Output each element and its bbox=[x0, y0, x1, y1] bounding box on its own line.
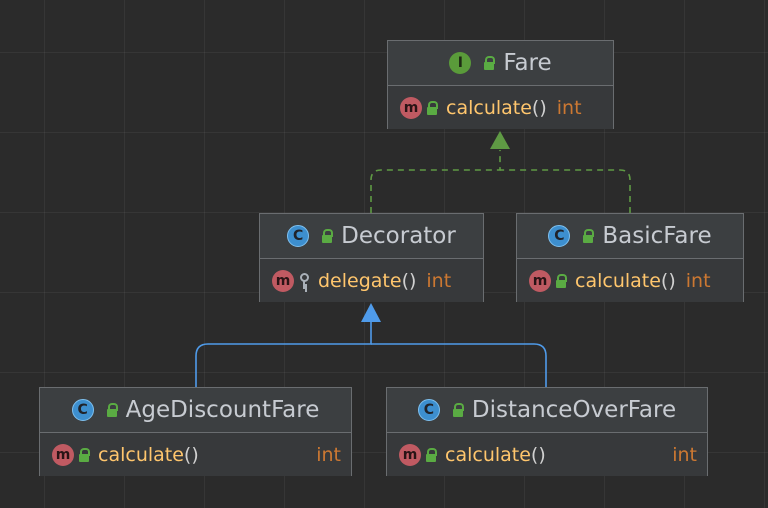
method-parens: () bbox=[401, 269, 417, 292]
method-icon: m bbox=[529, 269, 551, 292]
method-name: calculate bbox=[446, 96, 532, 119]
node-decorator-header: C Decorator bbox=[260, 214, 483, 259]
public-lock-icon bbox=[78, 447, 90, 462]
method-parens: () bbox=[530, 443, 546, 466]
node-decorator[interactable]: C Decorator m delegate() int bbox=[259, 213, 484, 302]
node-fare[interactable]: I Fare m calculate() int bbox=[387, 40, 614, 129]
method-name: delegate bbox=[318, 269, 402, 292]
node-distanceoverfare[interactable]: C DistanceOverFare m calculate() int bbox=[386, 387, 708, 476]
node-basicfare-member[interactable]: m calculate() int bbox=[517, 259, 743, 302]
node-agediscountfare[interactable]: C AgeDiscountFare m calculate() int bbox=[39, 387, 352, 476]
node-decorator-name: Decorator bbox=[341, 223, 456, 249]
node-distanceoverfare-member[interactable]: m calculate() int bbox=[387, 433, 707, 476]
public-lock-icon bbox=[582, 229, 595, 243]
node-fare-member[interactable]: m calculate() int bbox=[388, 86, 613, 129]
edge-agediscountfare-extends-decorator bbox=[195, 322, 372, 387]
method-parens: () bbox=[183, 443, 199, 466]
node-fare-name: Fare bbox=[503, 50, 552, 76]
public-lock-icon bbox=[425, 447, 437, 462]
method-return-type: int bbox=[685, 269, 711, 292]
node-basicfare-name: BasicFare bbox=[602, 223, 712, 249]
method-parens: () bbox=[531, 96, 547, 119]
interface-icon: I bbox=[449, 52, 472, 74]
method-icon: m bbox=[52, 443, 74, 466]
method-icon: m bbox=[272, 269, 294, 292]
method-name: calculate bbox=[445, 443, 531, 466]
class-icon: C bbox=[548, 225, 571, 247]
extends-arrowhead bbox=[361, 303, 381, 322]
node-basicfare[interactable]: C BasicFare m calculate() int bbox=[516, 213, 744, 302]
public-lock-icon bbox=[106, 403, 118, 417]
node-agediscountfare-member[interactable]: m calculate() int bbox=[40, 433, 351, 476]
node-agediscountfare-header: C AgeDiscountFare bbox=[40, 388, 351, 433]
public-lock-icon bbox=[452, 403, 464, 417]
node-distanceoverfare-header: C DistanceOverFare bbox=[387, 388, 707, 433]
method-name: calculate bbox=[98, 443, 184, 466]
public-lock-icon bbox=[426, 100, 438, 115]
method-return-type: int bbox=[556, 96, 582, 119]
node-basicfare-header: C BasicFare bbox=[517, 214, 743, 259]
method-return-type: int bbox=[426, 269, 452, 292]
method-icon: m bbox=[400, 96, 422, 119]
node-decorator-member[interactable]: m delegate() int bbox=[260, 259, 483, 302]
public-lock-icon bbox=[483, 56, 496, 70]
node-distanceoverfare-name: DistanceOverFare bbox=[471, 397, 677, 423]
class-icon: C bbox=[71, 399, 94, 421]
class-icon: C bbox=[287, 225, 310, 247]
edge-basicfare-implements-fare bbox=[500, 169, 631, 213]
implements-arrowhead bbox=[490, 131, 510, 149]
method-return-type: int bbox=[316, 443, 341, 466]
public-lock-icon bbox=[321, 229, 334, 243]
method-name: calculate bbox=[575, 269, 661, 292]
method-parens: () bbox=[660, 269, 676, 292]
edge-decorator-implements-fare bbox=[370, 150, 501, 213]
public-lock-icon bbox=[555, 273, 567, 288]
class-icon: C bbox=[417, 399, 440, 421]
node-agediscountfare-name: AgeDiscountFare bbox=[125, 397, 320, 423]
method-return-type: int bbox=[672, 443, 697, 466]
edge-distanceoverfare-extends-decorator bbox=[371, 343, 547, 387]
node-fare-header: I Fare bbox=[388, 41, 613, 86]
protected-key-icon bbox=[298, 272, 310, 289]
method-icon: m bbox=[399, 443, 421, 466]
